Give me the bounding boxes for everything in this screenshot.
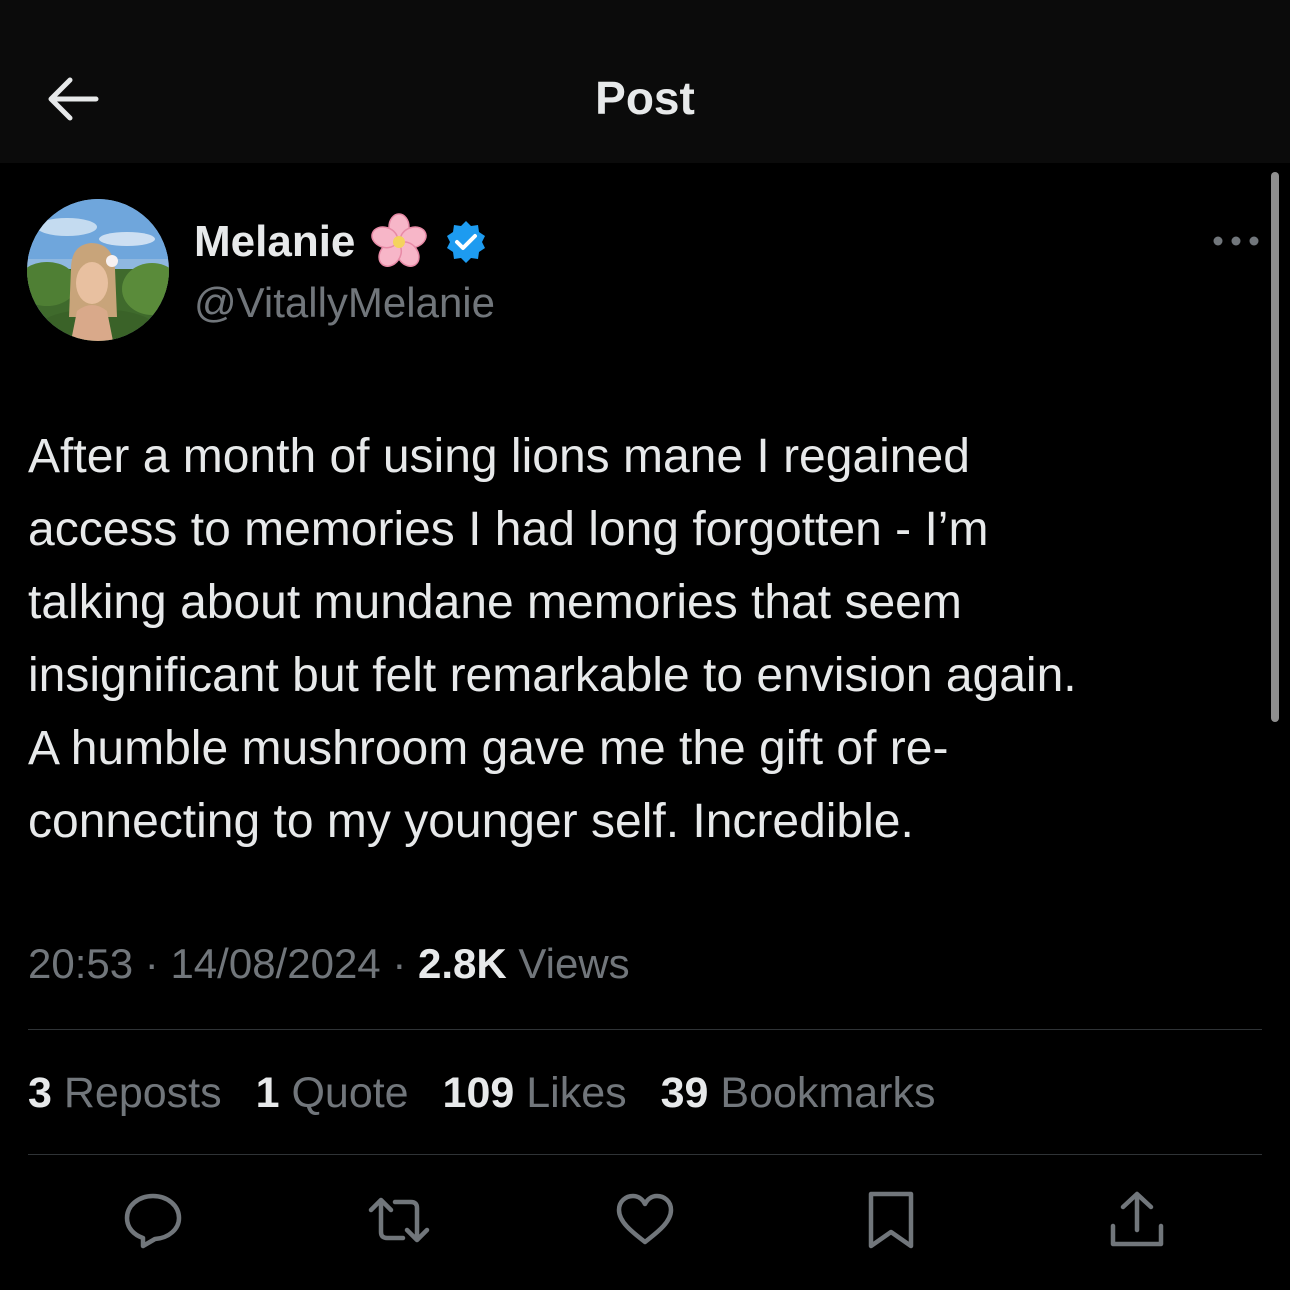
share-icon <box>1110 1191 1164 1247</box>
views-count: 2.8K <box>418 940 507 987</box>
reposts-stat[interactable]: 3 Reposts <box>28 1069 222 1117</box>
verified-badge-icon[interactable] <box>443 219 489 265</box>
separator: · <box>392 940 407 987</box>
bookmarks-stat[interactable]: 39 Bookmarks <box>661 1069 936 1117</box>
display-name[interactable]: Melanie <box>194 217 355 267</box>
reply-icon <box>124 1193 182 1249</box>
avatar[interactable] <box>27 199 169 341</box>
quotes-count: 1 <box>255 1069 280 1117</box>
reply-button[interactable] <box>121 1188 185 1252</box>
engagement-stats: 3 Reposts 1 Quote 109 Likes 39 Bookmarks <box>28 1064 957 1122</box>
post-metadata: 20:53 · 14/08/2024 · 2.8K Views <box>28 936 630 992</box>
likes-count: 109 <box>442 1069 515 1117</box>
top-bar: Post <box>0 0 1290 163</box>
share-button[interactable] <box>1105 1188 1169 1252</box>
post-text: After a month of using lions mane I rega… <box>28 430 1077 848</box>
separator: · <box>144 940 159 987</box>
likes-label: Likes <box>526 1069 627 1117</box>
bookmarks-label: Bookmarks <box>720 1069 936 1117</box>
scrollbar[interactable] <box>1271 172 1279 722</box>
quotes-label: Quote <box>291 1069 409 1117</box>
bookmark-icon <box>868 1191 914 1249</box>
author-handle[interactable]: @VitallyMelanie <box>194 275 495 331</box>
more-dots-icon <box>1213 236 1259 246</box>
views-label: Views <box>518 940 630 987</box>
reposts-count: 3 <box>28 1069 52 1117</box>
repost-button[interactable] <box>367 1188 431 1252</box>
quotes-stat[interactable]: 1 Quote <box>256 1069 409 1117</box>
bookmarks-count: 39 <box>660 1069 709 1117</box>
author-row: Melanie <box>194 212 489 272</box>
divider <box>28 1154 1262 1155</box>
cherry-blossom-icon <box>371 213 428 267</box>
reposts-label: Reposts <box>63 1069 222 1117</box>
likes-stat[interactable]: 109 Likes <box>443 1069 627 1117</box>
bookmark-button[interactable] <box>859 1188 923 1252</box>
like-icon <box>616 1193 674 1245</box>
page-title: Post <box>595 72 695 124</box>
more-options-button[interactable] <box>1208 226 1264 256</box>
divider <box>28 1029 1262 1030</box>
like-button[interactable] <box>613 1188 677 1252</box>
post-date[interactable]: 14/08/2024 <box>170 940 380 987</box>
post-time[interactable]: 20:53 <box>28 940 133 987</box>
avatar-image <box>27 199 169 341</box>
repost-icon <box>368 1197 430 1243</box>
